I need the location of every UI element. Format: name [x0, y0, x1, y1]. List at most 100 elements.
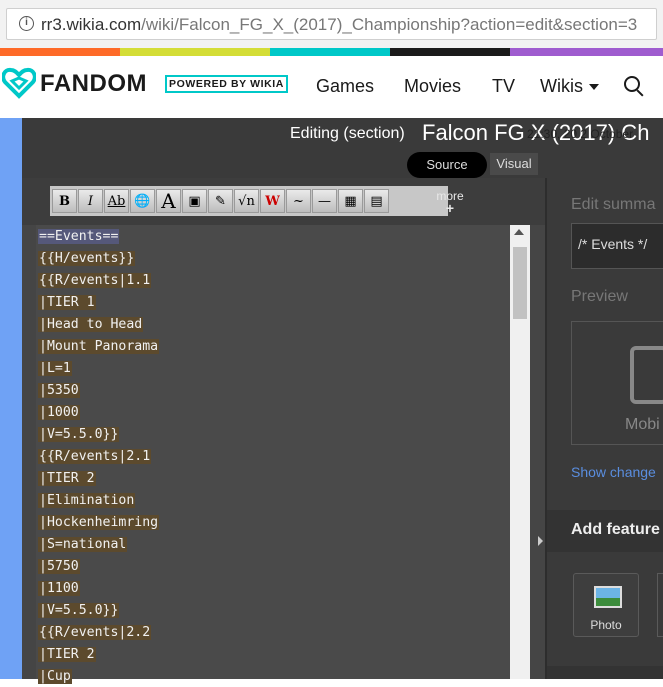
editor-line-text: |1100	[38, 581, 80, 596]
stripe-segment	[0, 48, 120, 56]
tab-visual[interactable]: Visual	[490, 153, 538, 175]
edit-right-rail: Edit summa /* Events */ Preview Mobi Sho…	[538, 178, 663, 679]
fandom-logo-text[interactable]: FANDOM	[40, 70, 147, 98]
gallery-icon[interactable]: ▦	[338, 189, 363, 213]
horizontal-line-icon[interactable]: —	[312, 189, 337, 213]
editor-line: |TIER 2	[38, 469, 96, 489]
editor-line-text: |1000	[38, 405, 80, 420]
add-gallery-button[interactable]	[657, 573, 663, 637]
italic-icon[interactable]: I	[78, 189, 103, 213]
brand-stripe	[0, 48, 663, 56]
add-features-label: Add feature	[571, 521, 660, 538]
editor-line: |1000	[38, 403, 80, 423]
add-photo-button[interactable]: Photo	[573, 573, 639, 637]
editor-line-text: |V=5.5.0}}	[38, 603, 120, 618]
editor-line-text: {{R/events|2.1	[38, 449, 152, 464]
nav-link-wikis[interactable]: Wikis	[540, 76, 599, 97]
global-navigation: FANDOM POWERED BY WIKIA Games Movies TV …	[0, 56, 663, 118]
editor-line: |Elimination	[38, 491, 136, 511]
address-bar[interactable]: i rr3.wikia.com/wiki/Falcon_FG_X_(2017)_…	[6, 8, 657, 40]
stripe-segment	[390, 48, 510, 56]
editor-line: |L=1	[38, 359, 72, 379]
preview-label: Preview	[571, 288, 628, 305]
browser-toolbar: i rr3.wikia.com/wiki/Falcon_FG_X_(2017)_…	[0, 0, 663, 49]
editor-line: |TIER 2	[38, 645, 96, 665]
editor-line-text: {{R/events|2.2	[38, 625, 152, 640]
editor-line: {{R/events|1.1	[38, 271, 152, 291]
media-link-icon[interactable]: ✎	[208, 189, 233, 213]
mobile-device-icon	[630, 346, 663, 404]
edit-timestamp: 21:30, 20 2 October	[527, 127, 634, 141]
editor-line-text: |Mount Panorama	[38, 339, 160, 354]
collapse-rail-icon[interactable]	[538, 536, 543, 546]
bold-icon[interactable]: B	[52, 189, 77, 213]
stripe-segment	[270, 48, 390, 56]
editor-line-text: |Elimination	[38, 493, 136, 508]
editor-line-text: |Hockenheimring	[38, 515, 160, 530]
left-rail	[0, 118, 22, 679]
site-info-icon[interactable]: i	[19, 16, 34, 31]
signature-icon[interactable]: ~	[286, 189, 311, 213]
mobile-preview-button[interactable]: Mobi	[571, 321, 663, 445]
editor-line: |Mount Panorama	[38, 337, 160, 357]
edit-header: Editing (section) Falcon FG X (2017) Ch …	[22, 118, 663, 178]
editor-line: {{H/events}}	[38, 249, 136, 269]
fandom-heart-icon[interactable]	[2, 66, 36, 100]
show-changes-link[interactable]: Show change	[571, 464, 656, 480]
editor-line-text: |Cup	[38, 669, 72, 684]
tab-source[interactable]: Source	[407, 152, 487, 178]
nav-link-games[interactable]: Games	[316, 76, 374, 97]
internal-link-icon[interactable]: Ab	[104, 189, 129, 213]
slideshow-icon[interactable]: ▤	[364, 189, 389, 213]
nav-link-tv[interactable]: TV	[492, 76, 515, 97]
editor-line: |S=national	[38, 535, 128, 555]
wikitext-textarea[interactable]: ==Events== {{H/events}} {{R/events|1.1 |TIE…	[36, 225, 510, 684]
search-icon[interactable]	[624, 76, 640, 92]
editor-line-text: |5750	[38, 559, 80, 574]
plus-icon: +	[445, 200, 455, 216]
url-path: /wiki/Falcon_FG_X_(2017)_Championship?ac…	[141, 15, 638, 34]
external-link-icon[interactable]: 🌐	[130, 189, 155, 213]
stripe-segment	[120, 48, 270, 56]
edit-summary-label: Edit summa	[571, 196, 656, 213]
editor-line: |1100	[38, 579, 80, 599]
editor-line: |Head to Head	[38, 315, 144, 335]
editor-line-text: |Head to Head	[38, 317, 144, 332]
powered-by-wikia-badge: POWERED BY WIKIA	[165, 75, 288, 93]
editor-line-text: |V=5.5.0}}	[38, 427, 120, 442]
url-text[interactable]: rr3.wikia.com/wiki/Falcon_FG_X_(2017)_Ch…	[41, 15, 637, 35]
math-formula-icon[interactable]: √n	[234, 189, 259, 213]
nowiki-icon[interactable]: W	[260, 189, 285, 213]
categories-header	[547, 666, 663, 679]
editor-line: {{R/events|2.2	[38, 623, 152, 643]
headline-icon[interactable]: A	[156, 189, 181, 213]
editor-line-text: {{R/events|1.1	[38, 273, 152, 288]
url-host: rr3.wikia.com	[41, 15, 142, 34]
editor-panel: B I Ab 🌐 A ▣ ✎ √n W ~ — ▦ ▤ more + ==Events== {{H/even…	[22, 178, 545, 684]
scroll-up-icon[interactable]	[514, 229, 524, 235]
editor-line-text: |TIER 1	[38, 295, 96, 310]
editor-line-text: |L=1	[38, 361, 72, 376]
editor-scrollbar[interactable]	[510, 225, 530, 679]
photo-label: Photo	[590, 618, 622, 632]
editor-toolbar: B I Ab 🌐 A ▣ ✎ √n W ~ — ▦ ▤ more +	[22, 178, 545, 225]
photo-icon	[594, 586, 622, 608]
editor-line: |V=5.5.0}}	[38, 601, 120, 621]
toolbar-buttons: B I Ab 🌐 A ▣ ✎ √n W ~ — ▦ ▤	[50, 186, 448, 216]
editing-section-label: Editing (section)	[290, 125, 405, 142]
mobile-preview-label: Mobi	[625, 416, 660, 433]
scrollbar-thumb[interactable]	[513, 247, 527, 319]
editor-line: |5750	[38, 557, 80, 577]
editor-line-text: {{H/events}}	[38, 251, 136, 266]
nav-link-movies[interactable]: Movies	[404, 76, 461, 97]
add-features-header: Add feature	[547, 510, 663, 552]
embedded-file-icon[interactable]: ▣	[182, 189, 207, 213]
editor-line: |5350	[38, 381, 80, 401]
editor-line-text: |TIER 2	[38, 647, 96, 662]
editor-line-text: |S=national	[38, 537, 128, 552]
editor-line-text: |TIER 2	[38, 471, 96, 486]
stripe-segment	[510, 48, 663, 56]
more-button[interactable]: more +	[434, 190, 466, 216]
editor-line: |V=5.5.0}}	[38, 425, 120, 445]
edit-summary-input[interactable]: /* Events */	[571, 223, 663, 269]
